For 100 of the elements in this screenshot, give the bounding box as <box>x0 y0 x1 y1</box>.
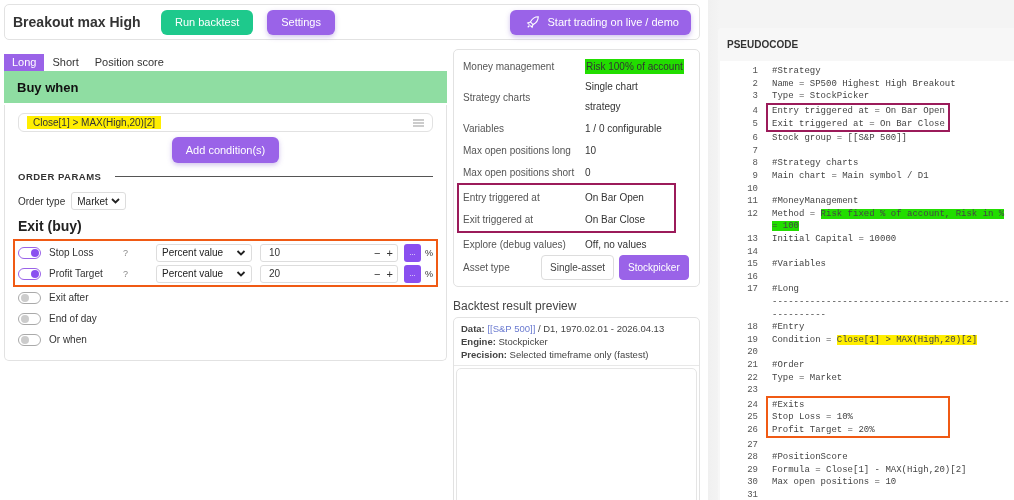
help-icon[interactable]: ? <box>123 247 128 258</box>
exit-label: Or when <box>49 334 87 345</box>
code-line: #Exits <box>772 399 805 410</box>
order-type-label: Order type <box>18 195 66 207</box>
number-field[interactable]: 20 − + <box>260 264 398 283</box>
exit-label: Exit after <box>49 292 89 303</box>
code-line: Profit Target = 20% <box>772 424 875 435</box>
line-number: 3 <box>752 91 758 102</box>
line-number: 27 <box>747 439 758 450</box>
code-line: Exit triggered at = On Bar Close <box>772 118 945 129</box>
line-number: 15 <box>747 259 758 270</box>
summary-label: Strategy charts <box>463 91 532 103</box>
line-number: 19 <box>747 334 758 345</box>
order-type-select[interactable]: Market <box>71 192 126 210</box>
tab[interactable]: Short <box>44 54 87 71</box>
chevron-icon <box>236 249 246 256</box>
line-number: 29 <box>747 464 758 475</box>
chevron-icon <box>110 198 120 204</box>
more-button[interactable]: ... <box>404 243 421 262</box>
line-number: 12 <box>747 208 758 219</box>
line-number: 28 <box>747 452 758 463</box>
strategy-title: Breakout max High <box>13 14 142 30</box>
code-line: #Variables <box>772 259 826 270</box>
code-line: Max open positions = 10 <box>772 477 897 488</box>
summary-label: Variables <box>463 122 505 134</box>
line-number: 10 <box>747 183 758 194</box>
unit-label: % <box>425 268 433 279</box>
line-number: 13 <box>747 234 758 244</box>
mode-select[interactable]: Percent value <box>156 243 252 262</box>
code-line: #Long <box>772 284 799 295</box>
line-number: 25 <box>747 412 758 423</box>
line-number: 11 <box>747 196 758 207</box>
summary-label: Max open positions short <box>463 166 576 178</box>
preview-line: Engine: Stockpicker <box>461 335 549 348</box>
add-condition-button[interactable]: Add condition(s) <box>171 137 280 163</box>
decrement-button[interactable]: − <box>374 246 381 259</box>
summary-label: Explore (debug values) <box>463 238 567 250</box>
exit-label: End of day <box>49 313 97 324</box>
line-number: 26 <box>747 424 758 435</box>
line-number: 17 <box>747 284 758 295</box>
increment-button[interactable]: + <box>386 267 393 280</box>
line-number: 8 <box>752 158 758 169</box>
line-number: 2 <box>752 78 758 89</box>
line-number: 20 <box>747 347 758 358</box>
decrement-button[interactable]: − <box>374 267 381 280</box>
code-line: Condition = Close[1] > MAX(High,20)[2] <box>772 334 978 345</box>
code-line: #Entry <box>772 322 805 333</box>
increment-button[interactable]: + <box>386 246 393 259</box>
mode-select[interactable]: Percent value <box>156 264 252 283</box>
line-number: 23 <box>747 385 758 396</box>
summary-value: Single chart strategy <box>585 80 639 114</box>
summary-value: Risk 100% of account <box>585 58 684 74</box>
code-line: #Order <box>772 359 805 370</box>
rocket-icon <box>525 15 540 29</box>
code-line: #Strategy charts <box>772 158 859 169</box>
code-line: #PositionScore <box>772 452 848 463</box>
asset-type-option[interactable]: Single-asset <box>541 255 615 280</box>
line-number: 6 <box>752 133 758 144</box>
condition-field[interactable]: Close[1] > MAX(High,20)[2] <box>18 113 433 132</box>
settings-button[interactable]: Settings <box>267 9 335 35</box>
exit-label: Stop Loss <box>49 247 95 258</box>
pseudocode-title: PSEUDOCODE <box>727 39 799 50</box>
tab[interactable]: Position score <box>86 54 172 71</box>
more-button[interactable]: ... <box>404 264 421 283</box>
start-trading-button[interactable]: Start trading on live / demo <box>509 9 691 35</box>
line-number: 9 <box>752 171 758 182</box>
code-line: Method = Risk fixed % of account, Risk in % <box>772 208 1005 219</box>
tab[interactable]: Long <box>4 54 45 71</box>
line-number: 24 <box>747 399 758 410</box>
code-line: -------------------------------------------- <box>772 297 1010 307</box>
code-line: ---------- <box>772 309 826 320</box>
stock-group-link[interactable]: [[S&P 500]] <box>487 323 536 334</box>
code-line: Type = StockPicker <box>772 91 870 102</box>
line-number: 7 <box>752 145 758 156</box>
code-line: #MoneyManagement <box>772 196 859 207</box>
unit-label: % <box>425 247 433 258</box>
code-line: Name = SP500 Highest High Breakout <box>772 78 956 89</box>
help-icon[interactable]: ? <box>123 268 128 279</box>
code-line: Entry triggered at = On Bar Open <box>772 106 945 117</box>
summary-value: 0 <box>585 166 591 178</box>
summary-label: Entry triggered at <box>463 191 541 203</box>
code-line: #Strategy <box>772 66 821 77</box>
code-line: Formula = Close[1] - MAX(High,20)[2] <box>772 464 967 475</box>
number-field[interactable]: 10 − + <box>260 243 398 262</box>
summary-value: Off, no values <box>585 238 647 250</box>
asset-type-option[interactable]: Stockpicker <box>619 255 689 280</box>
summary-label: Money management <box>463 60 556 72</box>
code-line: Initial Capital = 10000 <box>772 234 897 244</box>
summary-label: Asset type <box>463 262 511 273</box>
line-number: 4 <box>752 106 758 117</box>
code-line: Stock group = [[S&P 500]] <box>772 133 908 144</box>
section-title: Buy when <box>17 79 79 95</box>
line-number: 16 <box>747 271 758 282</box>
code-line: Type = Market <box>772 372 843 383</box>
menu-icon[interactable] <box>413 118 424 127</box>
summary-label: Max open positions long <box>463 144 572 156</box>
line-number: 18 <box>747 322 758 333</box>
line-number: 31 <box>747 489 758 500</box>
section-title: ORDER PARAMS <box>18 171 102 182</box>
preview-line: Precision: Selected timeframe only (fastest) <box>461 348 650 361</box>
